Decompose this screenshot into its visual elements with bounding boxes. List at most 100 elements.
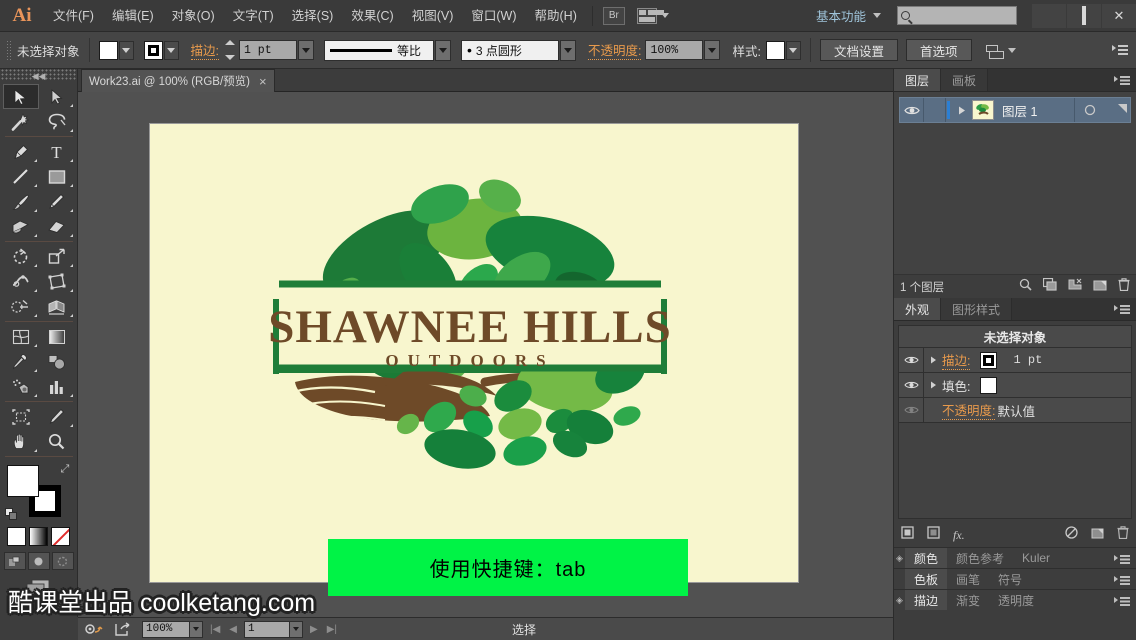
zoom-field[interactable]: 100% <box>142 620 190 638</box>
symbol-sprayer-tool[interactable] <box>3 374 39 399</box>
direct-selection-tool[interactable] <box>39 84 75 109</box>
layer-target-circle-icon[interactable] <box>1074 98 1104 122</box>
menu-object[interactable]: 对象(O) <box>163 0 224 32</box>
slice-tool[interactable] <box>39 404 75 429</box>
bridge-button[interactable]: Br <box>602 6 625 25</box>
document-tab-close-icon[interactable]: × <box>259 74 267 89</box>
shape-builder-tool[interactable] <box>3 294 39 319</box>
rotate-tool[interactable] <box>3 244 39 269</box>
stroke-expand-arrow-icon[interactable] <box>924 356 942 364</box>
menu-effect[interactable]: 效果(C) <box>342 0 402 32</box>
document-tab[interactable]: Work23.ai @ 100% (RGB/预览) × <box>81 69 275 92</box>
stroke-panel-grip[interactable]: ◈ <box>894 590 905 610</box>
next-artboard-icon[interactable]: ▶ <box>308 624 320 635</box>
appearance-empty-area[interactable] <box>898 423 1132 519</box>
align-icon[interactable] <box>985 43 1004 59</box>
fill-visibility-eye-icon[interactable] <box>899 373 924 397</box>
toolbox-collapse-icon[interactable]: ◀◀ <box>0 71 77 82</box>
artboard[interactable]: SHAWNEE HILLS OUTDOORS 使用快捷键：tab <box>149 123 799 596</box>
layer-lock-toggle[interactable] <box>924 98 946 122</box>
arrange-documents-button[interactable] <box>636 7 669 24</box>
maximize-button[interactable] <box>1067 3 1101 28</box>
share-on-behance-icon[interactable] <box>115 622 131 636</box>
preferences-button[interactable]: 首选项 <box>905 39 972 61</box>
duplicate-item-icon[interactable] <box>1091 526 1104 544</box>
tab-brushes[interactable]: 画笔 <box>947 569 990 589</box>
stroke-visibility-eye-icon[interactable] <box>899 348 924 372</box>
selection-tool[interactable] <box>2 84 39 109</box>
clear-appearance-icon[interactable] <box>1065 526 1078 544</box>
fill-color-box[interactable] <box>6 465 39 497</box>
stepper-down-icon[interactable] <box>225 55 235 60</box>
tab-color[interactable]: 颜色 <box>905 548 948 568</box>
draw-behind-icon[interactable] <box>27 552 50 570</box>
tab-color-guide[interactable]: 颜色参考 <box>947 548 1014 568</box>
minimize-button[interactable] <box>1032 3 1066 28</box>
appearance-panel-menu-icon[interactable] <box>1114 304 1130 315</box>
stroke-weight-dropdown-icon[interactable] <box>298 40 314 60</box>
gradient-mode-button[interactable] <box>29 527 48 546</box>
rectangle-tool[interactable] <box>39 164 75 189</box>
tab-transparency[interactable]: 透明度 <box>989 590 1044 610</box>
menu-edit[interactable]: 编辑(E) <box>103 0 163 32</box>
color-mode-button[interactable] <box>7 527 26 546</box>
blob-brush-tool[interactable] <box>3 214 39 239</box>
lasso-tool[interactable] <box>39 109 75 134</box>
preferences-gear-icon[interactable] <box>84 622 104 636</box>
stroke-label[interactable]: 描边: <box>190 40 219 60</box>
layer-visibility-eye-icon[interactable] <box>900 98 924 122</box>
draw-normal-icon[interactable] <box>3 552 26 570</box>
artboard-tool[interactable] <box>3 404 39 429</box>
paintbrush-tool[interactable] <box>3 189 39 214</box>
shortcut-hint-banner[interactable]: 使用快捷键：tab <box>328 539 688 596</box>
opacity-visibility-eye-icon[interactable] <box>899 398 924 422</box>
tab-layers[interactable]: 图层 <box>894 69 942 91</box>
appearance-row-fill[interactable]: 填色: <box>898 373 1132 398</box>
draw-inside-icon[interactable] <box>51 552 74 570</box>
add-new-fill-icon[interactable] <box>927 526 940 544</box>
zoom-tool[interactable] <box>39 429 75 454</box>
menu-window[interactable]: 窗口(W) <box>462 0 525 32</box>
tab-graphic-styles[interactable]: 图形样式 <box>941 298 1013 320</box>
search-input[interactable] <box>897 6 1017 25</box>
first-artboard-icon[interactable]: |◀ <box>208 624 222 635</box>
locate-object-icon[interactable] <box>1019 278 1032 296</box>
delete-item-icon[interactable] <box>1117 526 1129 544</box>
appearance-fill-swatch[interactable] <box>980 376 998 394</box>
appearance-row-stroke[interactable]: 描边: 1 pt <box>898 348 1132 373</box>
tab-stroke[interactable]: 描边 <box>905 590 948 610</box>
appearance-row-opacity[interactable]: 不透明度: 默认值 <box>898 398 1132 423</box>
layer-row[interactable]: 图层 1 <box>899 97 1131 123</box>
brush-combo[interactable]: • 3 点圆形 <box>461 39 559 61</box>
opacity-dropdown-icon[interactable] <box>704 40 721 60</box>
tab-symbols[interactable]: 符号 <box>989 569 1032 589</box>
tab-appearance[interactable]: 外观 <box>894 298 942 320</box>
eraser-tool[interactable] <box>39 214 75 239</box>
pen-tool[interactable] <box>3 139 39 164</box>
add-new-stroke-icon[interactable] <box>901 526 914 544</box>
style-swatch[interactable] <box>765 40 785 60</box>
prev-artboard-icon[interactable]: ◀ <box>227 624 239 635</box>
opacity-field[interactable]: 100% <box>645 40 704 60</box>
document-setup-button[interactable]: 文档设置 <box>819 39 898 61</box>
control-bar-menu-icon[interactable] <box>1112 44 1128 56</box>
magic-wand-tool[interactable] <box>3 109 39 134</box>
none-mode-button[interactable] <box>51 527 70 546</box>
appearance-opacity-label[interactable]: 不透明度: <box>942 400 996 420</box>
stroke-profile-combo[interactable]: 等比 <box>324 39 434 61</box>
layers-list[interactable]: 图层 1 <box>894 92 1136 274</box>
gradient-tool[interactable] <box>39 324 75 349</box>
workspace-label[interactable]: 基本功能 <box>816 6 866 25</box>
control-bar-grip[interactable] <box>6 40 11 60</box>
menu-type[interactable]: 文字(T) <box>224 0 283 32</box>
free-transform-tool[interactable] <box>39 269 75 294</box>
perspective-grid-tool[interactable] <box>39 294 75 319</box>
eyedropper-tool[interactable] <box>3 349 39 374</box>
close-button[interactable]: ✕ <box>1102 3 1136 28</box>
create-new-sublayer-icon[interactable] <box>1068 278 1082 296</box>
hand-tool[interactable] <box>3 429 39 454</box>
color-panel-grip[interactable]: ◈ <box>894 548 905 568</box>
stroke-color-control[interactable] <box>143 40 179 60</box>
fill-expand-arrow-icon[interactable] <box>924 381 942 389</box>
default-fill-stroke-icon[interactable] <box>4 508 18 521</box>
